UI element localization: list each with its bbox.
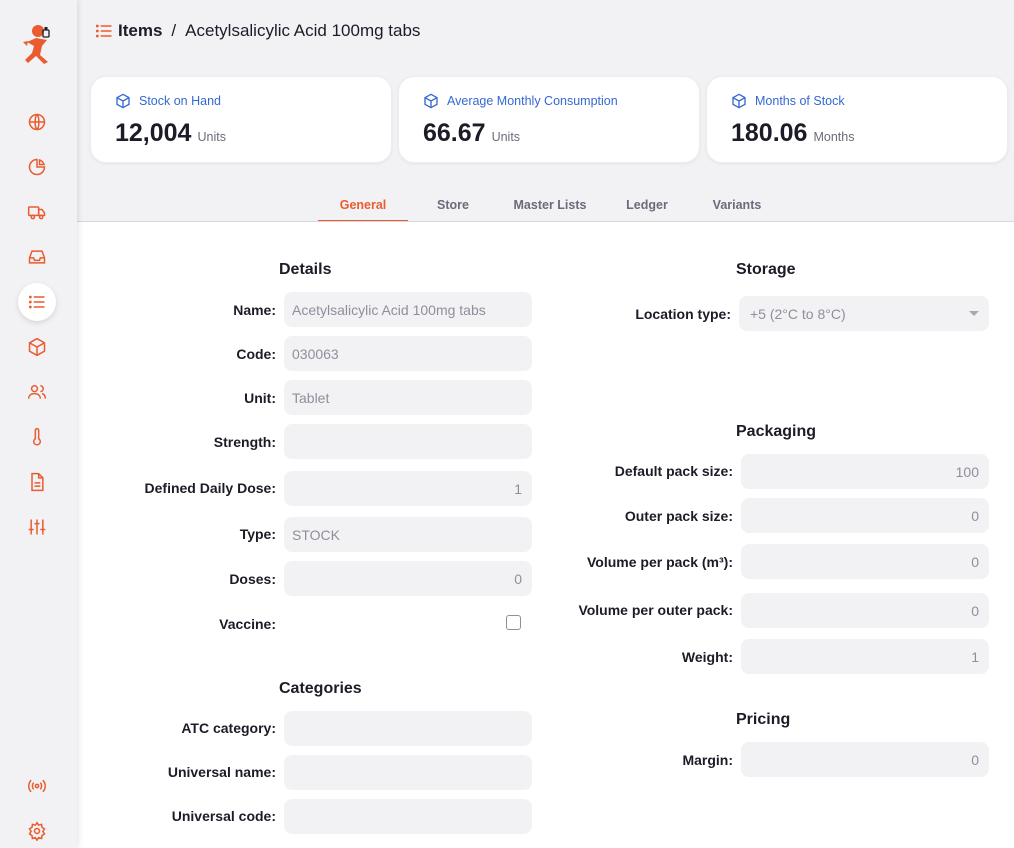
universal-name-field[interactable]	[284, 755, 532, 790]
tab-master-lists[interactable]: Master Lists	[498, 198, 602, 222]
name-field[interactable]: Acetylsalicylic Acid 100mg tabs	[284, 292, 532, 327]
type-field[interactable]: STOCK	[284, 517, 532, 552]
atc-category-field[interactable]	[284, 711, 532, 746]
code-label: Code:	[236, 346, 276, 362]
cube-icon	[28, 337, 46, 357]
globe-icon	[28, 113, 46, 131]
atc-category-label: ATC category:	[181, 720, 276, 736]
defined-daily-dose-field[interactable]: 1	[284, 471, 532, 506]
vaccine-checkbox[interactable]	[506, 615, 521, 630]
package-icon	[424, 93, 438, 109]
strength-field[interactable]	[284, 424, 532, 459]
nav-reports[interactable]	[18, 148, 56, 186]
settings-icon	[28, 821, 46, 841]
margin-field[interactable]: 0	[741, 742, 989, 777]
doses-field[interactable]: 0	[284, 561, 532, 596]
stat-unit: Units	[197, 130, 226, 144]
inbox-icon	[28, 250, 46, 264]
stat-card-months-of-stock: Months of Stock 180.06 Months	[706, 76, 1008, 163]
storage-heading: Storage	[736, 261, 796, 278]
weight-label: Weight:	[681, 649, 733, 665]
stat-unit: Units	[491, 130, 521, 144]
stat-label: Months of Stock	[731, 93, 845, 109]
tab-bar: General Store Master Lists Ledger Varian…	[318, 198, 782, 222]
name-label: Name:	[233, 302, 276, 318]
nav-dashboard[interactable]	[18, 103, 56, 141]
outer-pack-size-field[interactable]: 0	[741, 498, 989, 533]
vaccine-label: Vaccine:	[219, 616, 276, 632]
nav-distribution[interactable]	[18, 193, 56, 231]
nav-dispensary[interactable]	[18, 373, 56, 411]
truck-icon	[27, 206, 46, 220]
stat-card-stock-on-hand: Stock on Hand 12,004 Units	[90, 76, 392, 163]
stat-value: 12,004 Units	[115, 119, 226, 147]
nav-documents[interactable]	[18, 463, 56, 501]
outer-pack-size-label: Outer pack size:	[624, 508, 733, 524]
location-type-value: +5 (2°C to 8°C)	[750, 305, 846, 322]
sliders-icon	[28, 519, 46, 535]
strength-label: Strength:	[213, 434, 276, 450]
unit-field[interactable]: Tablet	[284, 380, 532, 415]
app-logo-icon	[23, 25, 50, 64]
list-icon	[28, 295, 45, 309]
volume-per-pack-label: Volume per pack (m³):	[587, 554, 733, 570]
nav-cold-chain[interactable]	[18, 418, 56, 456]
tab-general[interactable]: General	[318, 198, 408, 222]
list-icon	[95, 24, 112, 38]
breadcrumb-separator: /	[171, 21, 177, 40]
universal-name-label: Universal name:	[167, 764, 276, 780]
defined-daily-dose-label: Defined Daily Dose:	[144, 480, 276, 496]
breadcrumb: Items / Acetylsalicylic Acid 100mg tabs	[94, 21, 420, 41]
nav-sync[interactable]	[18, 767, 56, 805]
package-icon	[116, 93, 130, 109]
unit-label: Unit:	[244, 390, 276, 406]
tab-variants[interactable]: Variants	[692, 198, 782, 222]
type-label: Type:	[239, 526, 276, 542]
nav-catalogue[interactable]	[18, 283, 56, 321]
location-type-label: Location type:	[635, 306, 731, 322]
breadcrumb-items-link[interactable]: Items	[118, 21, 162, 41]
default-pack-size-label: Default pack size:	[614, 463, 733, 479]
default-pack-size-field[interactable]: 100	[741, 454, 989, 489]
page-header: Items / Acetylsalicylic Acid 100mg tabs …	[77, 0, 1014, 222]
stat-value: 180.06 Months	[731, 119, 855, 147]
nav-inventory[interactable]	[18, 328, 56, 366]
nav-manage[interactable]	[18, 508, 56, 546]
universal-code-field[interactable]	[284, 799, 532, 834]
broadcast-icon	[28, 779, 46, 793]
code-field[interactable]: 030063	[284, 336, 532, 371]
tab-store[interactable]: Store	[408, 198, 498, 222]
categories-heading: Categories	[279, 680, 362, 697]
pie-chart-icon	[28, 158, 46, 176]
volume-per-outer-pack-label: Volume per outer pack:	[578, 602, 733, 618]
packaging-heading: Packaging	[736, 423, 817, 440]
page-title: Acetylsalicylic Acid 100mg tabs	[185, 21, 421, 40]
header-divider	[77, 221, 1014, 222]
users-icon	[27, 385, 47, 399]
stat-label: Average Monthly Consumption	[423, 93, 618, 109]
universal-code-label: Universal code:	[171, 808, 276, 824]
volume-per-outer-pack-field[interactable]: 0	[741, 593, 989, 628]
sidebar	[0, 0, 77, 848]
package-icon	[732, 93, 746, 109]
thermometer-icon	[32, 427, 42, 446]
chevron-down-icon	[969, 311, 979, 316]
document-icon	[31, 472, 44, 492]
doses-label: Doses:	[229, 571, 276, 587]
stat-label: Stock on Hand	[115, 93, 221, 109]
location-type-select[interactable]: +5 (2°C to 8°C)	[739, 296, 989, 331]
volume-per-pack-field[interactable]: 0	[741, 544, 989, 579]
stat-card-average-monthly-consumption: Average Monthly Consumption 66.67 Units	[398, 76, 700, 163]
pricing-heading: Pricing	[736, 711, 791, 728]
tab-ledger[interactable]: Ledger	[602, 198, 692, 222]
stat-value: 66.67 Units	[423, 119, 521, 147]
nav-settings[interactable]	[18, 812, 56, 848]
margin-label: Margin:	[682, 752, 733, 768]
details-heading: Details	[279, 261, 332, 278]
nav-replenishment[interactable]	[18, 238, 56, 276]
stat-unit: Months	[813, 130, 855, 144]
weight-field[interactable]: 1	[741, 639, 989, 674]
